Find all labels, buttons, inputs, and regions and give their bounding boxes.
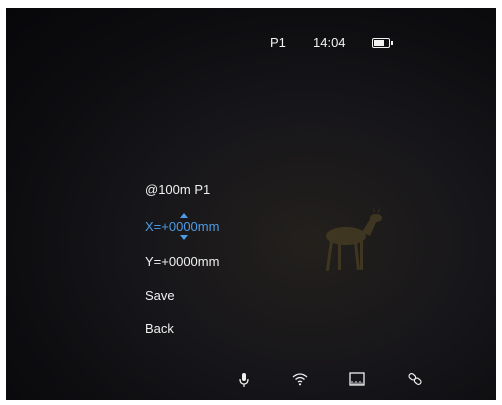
deer-scene-image <box>325 206 382 271</box>
increase-arrow-icon[interactable] <box>180 213 188 218</box>
ruler-icon <box>349 372 365 386</box>
battery-terminal <box>391 41 393 45</box>
active-profile-label: P1 <box>270 35 286 50</box>
microphone-icon <box>239 373 249 387</box>
battery-icon <box>372 38 393 48</box>
x-adjust-menu-item[interactable]: X=+0000mm <box>145 219 219 234</box>
back-menu-item[interactable]: Back <box>145 321 174 336</box>
battery-level-fill <box>374 40 384 46</box>
y-adjust-menu-item[interactable]: Y=+0000mm <box>145 254 219 269</box>
save-menu-item[interactable]: Save <box>145 288 175 303</box>
clock-time: 14:04 <box>313 35 346 50</box>
distance-profile-label: @100m P1 <box>145 182 211 197</box>
link-icon <box>408 373 422 385</box>
wifi-icon <box>292 373 308 386</box>
viewfinder-screen: P1 14:04 @100m P1 X=+0000mm Y=+0000mm Sa… <box>6 8 496 400</box>
decrease-arrow-icon[interactable] <box>180 235 188 240</box>
